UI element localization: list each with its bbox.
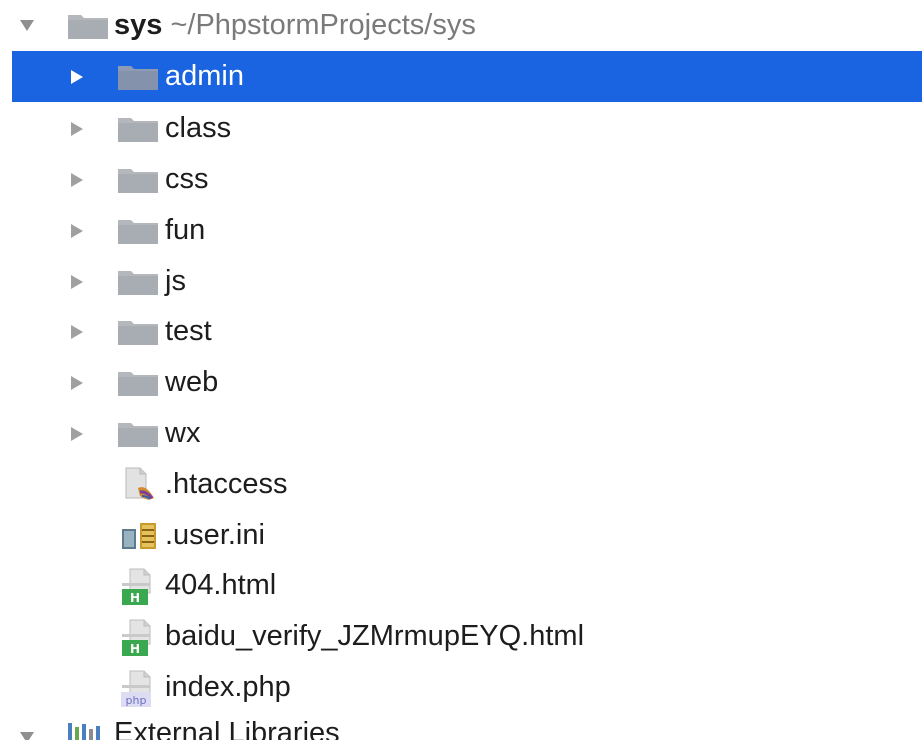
chevron-right-icon[interactable] bbox=[70, 223, 86, 239]
php-file-icon: php bbox=[120, 669, 151, 707]
tree-item-admin[interactable]: admin bbox=[0, 51, 922, 102]
folder-icon bbox=[118, 370, 158, 396]
html-file-icon: H bbox=[120, 567, 151, 605]
tree-item-label: baidu_verify_JZMrmupEYQ.html bbox=[165, 620, 585, 652]
chevron-down-icon[interactable] bbox=[18, 729, 34, 740]
tree-item-label: css bbox=[165, 163, 209, 195]
tree-item-label: web bbox=[165, 366, 219, 398]
library-icon bbox=[66, 721, 106, 740]
folder-icon bbox=[118, 269, 158, 295]
tree-item-class[interactable]: class bbox=[0, 103, 922, 154]
html-file-icon: H bbox=[120, 618, 151, 656]
chevron-right-icon[interactable] bbox=[70, 426, 86, 442]
tree-item-js[interactable]: js bbox=[0, 256, 922, 307]
tree-item-label: index.php bbox=[165, 671, 291, 703]
tree-item-htaccess[interactable]: .htaccess bbox=[0, 459, 922, 510]
svg-text:H: H bbox=[130, 591, 140, 605]
tree-item-web[interactable]: web bbox=[0, 357, 922, 408]
tree-item-label: admin bbox=[165, 60, 244, 92]
root-label: sys ~/PhpstormProjects/sys bbox=[114, 0, 476, 51]
folder-icon bbox=[118, 116, 158, 142]
tree-item-external-libraries[interactable]: External Libraries bbox=[0, 712, 922, 740]
tree-item-label: class bbox=[165, 112, 232, 144]
folder-icon bbox=[68, 13, 108, 39]
ini-file-icon bbox=[120, 517, 156, 555]
tree-item-wx[interactable]: wx bbox=[0, 408, 922, 459]
htaccess-file-icon bbox=[124, 466, 154, 504]
tree-item-test[interactable]: test bbox=[0, 306, 922, 357]
svg-text:php: php bbox=[126, 694, 147, 707]
folder-icon bbox=[118, 218, 158, 244]
chevron-right-icon[interactable] bbox=[70, 375, 86, 391]
tree-item-css[interactable]: css bbox=[0, 154, 922, 205]
tree-item-label: js bbox=[165, 265, 186, 297]
chevron-right-icon[interactable] bbox=[70, 121, 86, 137]
tree-item-fun[interactable]: fun bbox=[0, 205, 922, 256]
folder-icon bbox=[118, 64, 158, 90]
tree-item-label: test bbox=[165, 315, 212, 347]
folder-icon bbox=[118, 319, 158, 345]
tree-item-label: .htaccess bbox=[165, 468, 288, 500]
tree-root-row[interactable]: sys ~/PhpstormProjects/sys bbox=[0, 0, 922, 51]
tree-item-404-html[interactable]: H 404.html bbox=[0, 560, 922, 611]
root-path: ~/PhpstormProjects/sys bbox=[170, 9, 476, 41]
chevron-right-icon[interactable] bbox=[70, 69, 86, 85]
project-tree: sys ~/PhpstormProjects/sys admin class c bbox=[0, 0, 922, 740]
tree-item-label: External Libraries bbox=[114, 717, 340, 740]
tree-item-label: .user.ini bbox=[165, 519, 265, 551]
root-name: sys bbox=[114, 9, 163, 41]
chevron-down-icon[interactable] bbox=[18, 17, 34, 33]
tree-item-label: fun bbox=[165, 214, 206, 246]
chevron-right-icon[interactable] bbox=[70, 274, 86, 290]
tree-item-label: 404.html bbox=[165, 569, 277, 601]
svg-text:H: H bbox=[130, 642, 140, 656]
tree-item-label: wx bbox=[165, 417, 201, 449]
tree-item-index-php[interactable]: php index.php bbox=[0, 662, 922, 713]
folder-icon bbox=[118, 167, 158, 193]
tree-item-baidu-verify-html[interactable]: H baidu_verify_JZMrmupEYQ.html bbox=[0, 611, 922, 662]
folder-icon bbox=[118, 421, 158, 447]
chevron-right-icon[interactable] bbox=[70, 172, 86, 188]
tree-item-user-ini[interactable]: .user.ini bbox=[0, 510, 922, 561]
chevron-right-icon[interactable] bbox=[70, 324, 86, 340]
